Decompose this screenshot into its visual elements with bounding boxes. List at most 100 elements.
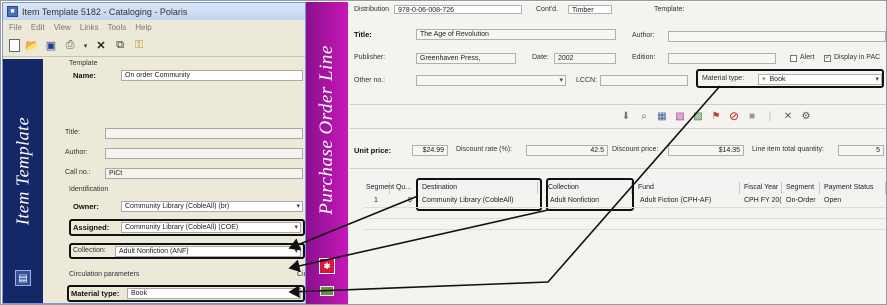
item-template-sidebar: Item Template ▤ — [3, 59, 43, 303]
delete-icon[interactable]: ✕ — [782, 110, 794, 122]
grid-row-divider — [364, 218, 886, 219]
cancel-icon[interactable]: ⊘ — [728, 109, 740, 123]
grid-header-fiscal-year[interactable]: Fiscal Year — [742, 182, 782, 194]
lccn-label: LCCN: — [576, 77, 598, 84]
circulation-label: Circulation parameters — [69, 271, 140, 278]
edition-field[interactable] — [668, 53, 776, 64]
distribution-label: Distribution — [354, 6, 390, 13]
toolbar: 📂 ▣ ⎙ ▾ ✕ ⧉ ⚿ — [3, 35, 305, 57]
name-field[interactable]: On order Community — [121, 70, 303, 81]
separator-icon: | — [768, 110, 772, 122]
grid-icon[interactable]: ▦ — [656, 110, 668, 122]
dropdown-arrow-icon[interactable]: ▾ — [82, 39, 89, 53]
discount-rate-field[interactable]: 42.5 — [526, 145, 608, 156]
grid-header-segment[interactable]: Segment — [784, 182, 820, 194]
row-fiscal-year: CPH FY 20( — [744, 197, 782, 204]
lccn-field[interactable] — [600, 75, 688, 86]
circulation-tail-label: Cir — [297, 271, 306, 278]
new-document-icon[interactable] — [9, 39, 20, 52]
purchase-order-line-window: Purchase Order Line ✱ Distribution 978-0… — [306, 2, 886, 304]
sidebar-label: Item Template — [12, 116, 33, 226]
open-folder-icon[interactable]: 📂 — [25, 39, 39, 53]
author-label: Author: — [65, 149, 88, 156]
author-label: Author: — [632, 32, 655, 39]
menu-edit[interactable]: Edit — [31, 23, 45, 32]
window-title: Item Template 5182 - Cataloging - Polari… — [22, 6, 188, 17]
template-icon[interactable]: ▤ — [15, 270, 31, 286]
date-label: Date: — [532, 54, 549, 61]
menu-links[interactable]: Links — [80, 23, 99, 32]
collection-select[interactable]: Adult Nonfiction (ANF) — [115, 246, 301, 257]
grid-header-segment-qty[interactable]: Segment Qu... — [364, 182, 411, 194]
grid-header-fund[interactable]: Fund — [636, 182, 740, 194]
record-icon[interactable]: ✱ — [319, 258, 335, 274]
properties-icon[interactable]: ⧉ — [113, 39, 127, 53]
other-no-field[interactable] — [416, 75, 566, 86]
collection-label: Collection: — [73, 247, 106, 254]
author-field[interactable] — [105, 148, 303, 159]
secondary-view-icon[interactable] — [320, 286, 334, 296]
callno-label: Call no.: — [65, 169, 91, 176]
grid-row-divider — [364, 229, 886, 230]
assigned-select[interactable]: Community Library (CobleAll) (COE) — [121, 222, 301, 233]
square-icon[interactable]: ■ — [746, 110, 758, 122]
unit-price-field[interactable]: $24.99 — [412, 145, 448, 156]
title-label: Title: — [65, 129, 80, 136]
date-field[interactable]: 2002 — [554, 53, 616, 64]
item-template-window: ■ Item Template 5182 - Cataloging - Pola… — [2, 2, 306, 304]
author-field[interactable] — [668, 31, 886, 42]
title-field[interactable] — [105, 128, 303, 139]
other-no-label: Other no.: — [354, 77, 386, 84]
purchase-order-sidebar: Purchase Order Line ✱ — [306, 2, 348, 304]
material-type-label: Material type: — [71, 289, 120, 298]
publisher-label: Publisher: — [354, 54, 386, 61]
delete-icon[interactable]: ✕ — [94, 39, 108, 53]
material-type-value: Book — [769, 76, 786, 83]
display-in-pac-label: Display in PAC — [834, 54, 881, 61]
discount-price-label: Discount price: — [612, 146, 659, 153]
name-label: Name: — [73, 71, 96, 80]
alert-label: Alert — [800, 54, 815, 61]
title-field[interactable]: The Age of Revolution — [416, 29, 616, 40]
material-type-select[interactable]: Book — [127, 288, 301, 299]
grid-row-divider — [364, 207, 886, 208]
flag-icon[interactable]: ⚑ — [710, 110, 722, 122]
display-in-pac-checkbox[interactable] — [824, 53, 831, 62]
move-down-icon[interactable]: ⬇ — [620, 110, 632, 122]
publisher-field[interactable]: Greenhaven Press, — [416, 53, 516, 64]
material-type-select[interactable]: ▾ Book — [758, 74, 882, 85]
split-icon[interactable]: ▧ — [674, 110, 686, 122]
receive-icon[interactable]: ▨ — [692, 110, 704, 122]
identification-label: Identification — [69, 186, 109, 193]
row-fund: Adult Fiction (CPH-AF) — [640, 197, 712, 204]
owner-label: Owner: — [73, 202, 99, 211]
menu-tools[interactable]: Tools — [108, 23, 127, 32]
owner-select[interactable]: Community Library (CobleAll) (br) — [121, 201, 303, 212]
grid-header-payment-status[interactable]: Payment Status — [822, 182, 886, 194]
callno-field[interactable]: PiCt — [105, 168, 303, 179]
alert-checkbox[interactable] — [790, 55, 797, 62]
divider — [350, 104, 886, 105]
line-total-field[interactable]: 5 — [838, 145, 884, 156]
menu-help[interactable]: Help — [135, 23, 151, 32]
item-template-form: Template Name: On order Community Title:… — [45, 59, 306, 303]
settings-icon[interactable]: ⚙ — [800, 110, 812, 122]
contd-field[interactable]: Timber — [568, 5, 612, 14]
window-titlebar: ■ Item Template 5182 - Cataloging - Pola… — [3, 3, 305, 20]
app-icon: ■ — [7, 6, 18, 17]
binoculars-icon[interactable]: ⌕ — [638, 110, 650, 122]
key-icon[interactable]: ⚿ — [132, 39, 146, 53]
menu-view[interactable]: View — [54, 23, 71, 32]
discount-rate-label: Discount rate (%): — [456, 146, 513, 153]
save-icon[interactable]: ▣ — [44, 39, 58, 53]
row-collection: Adult Nonfiction — [550, 197, 600, 204]
print-icon[interactable]: ⎙ — [63, 39, 77, 53]
row-quantity: 5 — [408, 197, 412, 204]
row-segment: 1 — [374, 197, 378, 204]
menu-file[interactable]: File — [9, 23, 22, 32]
template-label: Template: — [654, 6, 685, 13]
isbn-field[interactable]: 978-0-06-008-726 — [394, 5, 522, 14]
title-label: Title: — [354, 30, 372, 39]
discount-price-field[interactable]: $14.35 — [668, 145, 744, 156]
unit-price-label: Unit price: — [354, 146, 392, 155]
